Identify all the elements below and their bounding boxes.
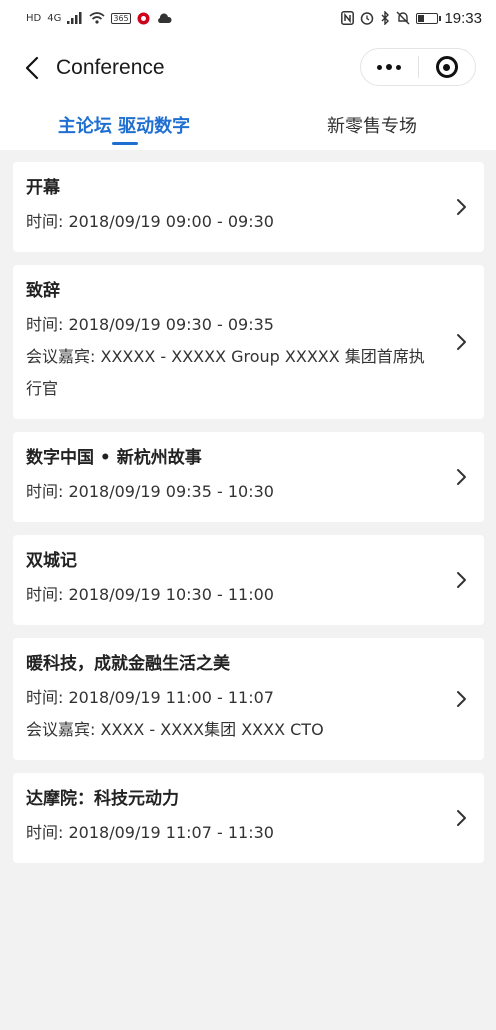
clock: 19:33 [444, 9, 482, 27]
signal-icon [67, 12, 82, 24]
status-left: HD 4G 365 [26, 12, 172, 25]
session-list: 开幕 时间: 2018/09/19 09:00 - 09:30 致辞 时间: 2… [13, 162, 484, 876]
bluetooth-icon [381, 11, 390, 25]
session-card[interactable]: 数字中国 • 新杭州故事 时间: 2018/09/19 09:35 - 10:3… [13, 432, 484, 522]
tab-label: 新零售专场 [327, 116, 417, 137]
session-time: 时间: 2018/09/19 09:00 - 09:30 [26, 212, 274, 231]
wifi-icon [89, 12, 105, 24]
session-title: 数字中国 • 新杭州故事 [26, 448, 202, 468]
mute-icon [396, 11, 410, 25]
navigation-bar: Conference [0, 36, 496, 100]
session-time: 时间: 2018/09/19 09:35 - 10:30 [26, 482, 274, 501]
mini-program-capsule [360, 48, 476, 86]
app-notification-icon [137, 12, 150, 24]
session-title: 双城记 [26, 551, 77, 571]
tab-bar: 主论坛 驱动数字 新零售专场 [0, 100, 496, 150]
chevron-right-icon [457, 199, 466, 215]
session-title: 开幕 [26, 178, 60, 198]
session-title: 暖科技，成就金融生活之美 [26, 654, 230, 674]
target-circle-icon [435, 56, 458, 78]
session-title: 达摩院：科技元动力 [26, 789, 179, 809]
session-card[interactable]: 致辞 时间: 2018/09/19 09:30 - 09:35 会议嘉宾: XX… [13, 265, 484, 419]
session-time: 时间: 2018/09/19 09:30 - 09:35 [26, 315, 274, 334]
app-365-icon: 365 [111, 12, 131, 24]
more-button[interactable] [361, 49, 418, 85]
battery-icon [416, 12, 442, 24]
session-guest: 会议嘉宾: XXXX - XXXX集团 XXXX CTO [26, 720, 324, 739]
status-bar: HD 4G 365 19:33 [0, 0, 496, 36]
more-dots-icon [377, 64, 402, 70]
session-card[interactable]: 双城记 时间: 2018/09/19 10:30 - 11:00 [13, 535, 484, 625]
chevron-left-icon [25, 56, 39, 80]
tab-label: 主论坛 驱动数字 [57, 116, 191, 137]
active-tab-indicator [112, 142, 138, 145]
chevron-right-icon [457, 334, 466, 350]
session-title: 致辞 [26, 281, 60, 301]
close-button[interactable] [419, 49, 476, 85]
back-button[interactable] [8, 44, 56, 92]
tab-new-retail[interactable]: 新零售专场 [248, 100, 496, 150]
session-card[interactable]: 达摩院：科技元动力 时间: 2018/09/19 11:07 - 11:30 [13, 773, 484, 863]
page-title: Conference [56, 56, 165, 79]
session-time: 时间: 2018/09/19 11:07 - 11:30 [26, 823, 274, 842]
hd-indicator: HD [26, 12, 42, 24]
network-indicator: 4G [47, 12, 62, 24]
status-right: 19:33 [341, 10, 482, 27]
chevron-right-icon [457, 469, 466, 485]
nfc-icon [341, 11, 355, 25]
cloud-icon [157, 13, 172, 23]
session-card[interactable]: 开幕 时间: 2018/09/19 09:00 - 09:30 [13, 162, 484, 252]
session-guest: 会议嘉宾: XXXXX - XXXXX Group XXXXX 集团首席执行官 [26, 347, 425, 398]
chevron-right-icon [457, 810, 466, 826]
session-time: 时间: 2018/09/19 11:00 - 11:07 [26, 688, 274, 707]
chevron-right-icon [457, 572, 466, 588]
session-card[interactable]: 暖科技，成就金融生活之美 时间: 2018/09/19 11:00 - 11:0… [13, 638, 484, 760]
session-time: 时间: 2018/09/19 10:30 - 11:00 [26, 585, 274, 604]
tab-main-forum[interactable]: 主论坛 驱动数字 [0, 100, 248, 150]
alarm-icon [361, 12, 374, 25]
chevron-right-icon [457, 691, 466, 707]
